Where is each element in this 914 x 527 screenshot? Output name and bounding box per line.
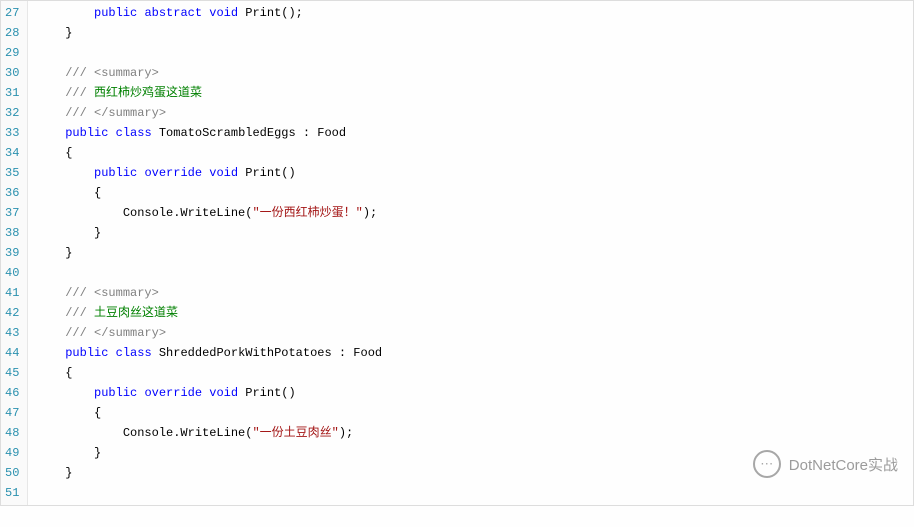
line-number: 50 [5,463,19,483]
code-line: { [36,143,382,163]
code-line: public override void Print() [36,383,382,403]
code-line: Console.WriteLine("一份西红柿炒蛋！"); [36,203,382,223]
code-editor: 2728293031323334353637383940414243444546… [0,0,914,506]
code-line: } [36,463,382,483]
code-line [36,43,382,63]
code-line: /// </summary> [36,103,382,123]
line-number: 30 [5,63,19,83]
line-number: 29 [5,43,19,63]
line-number: 42 [5,303,19,323]
code-line: } [36,23,382,43]
line-number: 36 [5,183,19,203]
code-line: { [36,363,382,383]
line-number: 49 [5,443,19,463]
code-line: /// </summary> [36,323,382,343]
code-line: public class ShreddedPorkWithPotatoes : … [36,343,382,363]
code-line: /// 土豆肉丝这道菜 [36,303,382,323]
line-number: 43 [5,323,19,343]
code-line: public class TomatoScrambledEggs : Food [36,123,382,143]
line-number: 45 [5,363,19,383]
code-line: } [36,243,382,263]
line-number: 33 [5,123,19,143]
code-line: /// 西红柿炒鸡蛋这道菜 [36,83,382,103]
line-number: 44 [5,343,19,363]
line-number: 32 [5,103,19,123]
code-line: { [36,183,382,203]
line-number: 41 [5,283,19,303]
code-line: { [36,403,382,423]
line-number-gutter: 2728293031323334353637383940414243444546… [1,1,28,505]
line-number: 39 [5,243,19,263]
line-number: 47 [5,403,19,423]
line-number: 51 [5,483,19,503]
line-number: 35 [5,163,19,183]
line-number: 48 [5,423,19,443]
line-number: 28 [5,23,19,43]
code-line: public abstract void Print(); [36,3,382,23]
code-line: Console.WriteLine("一份土豆肉丝"); [36,423,382,443]
line-number: 38 [5,223,19,243]
code-area: public abstract void Print(); } /// <sum… [28,1,382,505]
line-number: 40 [5,263,19,283]
code-line [36,263,382,283]
line-number: 27 [5,3,19,23]
code-line: /// <summary> [36,283,382,303]
code-line: } [36,443,382,463]
code-line [36,483,382,503]
line-number: 31 [5,83,19,103]
line-number: 34 [5,143,19,163]
line-number: 46 [5,383,19,403]
line-number: 37 [5,203,19,223]
code-line: public override void Print() [36,163,382,183]
code-line: /// <summary> [36,63,382,83]
code-line: } [36,223,382,243]
